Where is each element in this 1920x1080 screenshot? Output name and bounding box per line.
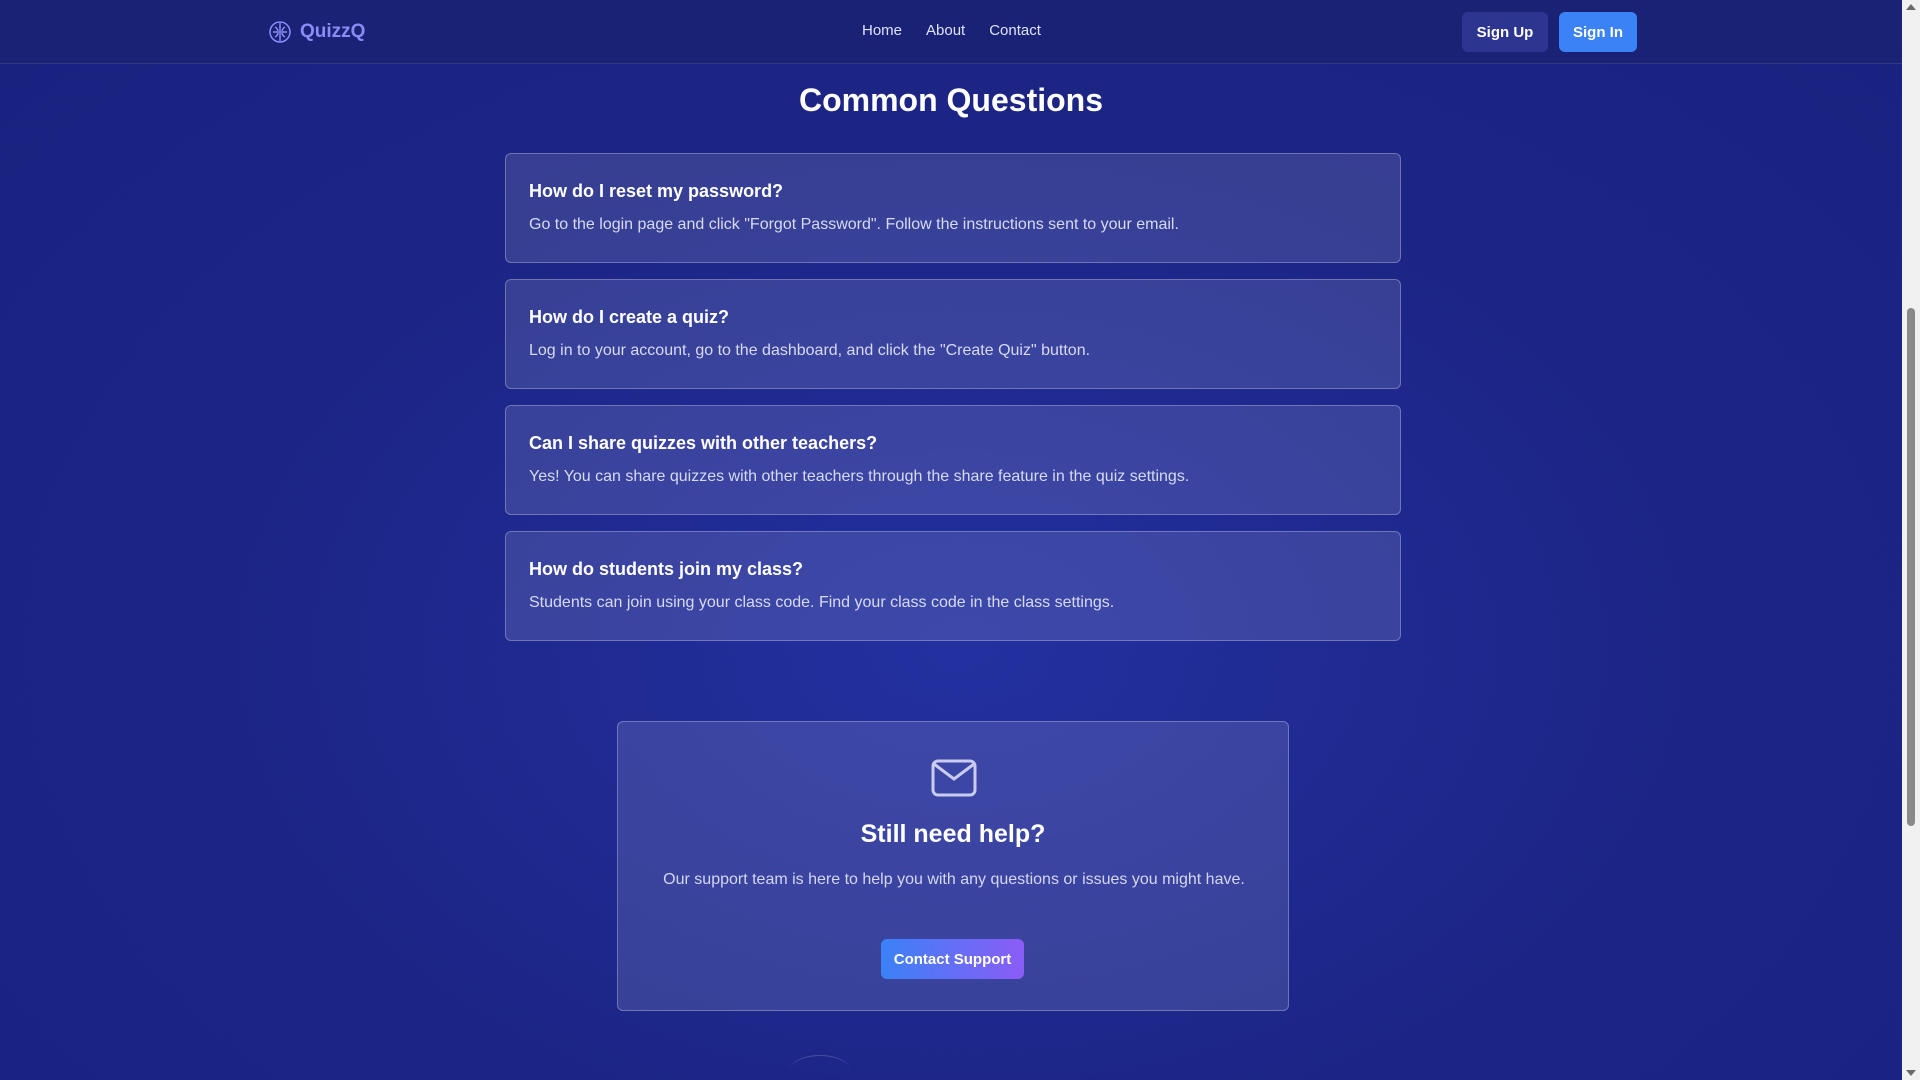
top-navbar: QuizzQ Home About Contact Sign Up Sign I… [0, 0, 1902, 64]
page-scrollbar[interactable] [1902, 0, 1920, 1080]
brand-logo[interactable]: QuizzQ [268, 18, 365, 46]
faq-question: How do I reset my password? [529, 181, 784, 201]
help-title: Still need help? [860, 820, 1046, 848]
nav-link-home[interactable]: Home [862, 22, 902, 39]
scroll-down-arrow-icon[interactable] [1906, 1070, 1916, 1076]
faq-answer: Yes! You can share quizzes with other te… [529, 468, 1190, 485]
faq-item[interactable]: How do students join my class? Students … [505, 531, 1401, 641]
nav-links: Home About Contact [862, 22, 1041, 39]
faq-item[interactable]: How do I create a quiz? Log in to your a… [505, 279, 1401, 389]
help-text: Our support team is here to help you wit… [663, 871, 1245, 888]
scroll-up-arrow-icon[interactable] [1906, 4, 1916, 10]
scrollbar-thumb[interactable] [1907, 308, 1915, 826]
brand-name: QuizzQ [300, 21, 366, 42]
sign-up-button[interactable]: Sign Up [1462, 12, 1548, 52]
faq-question: Can I share quizzes with other teachers? [529, 433, 878, 453]
faq-answer: Log in to your account, go to the dashbo… [529, 342, 1091, 359]
faq-answer: Students can join using your class code.… [529, 594, 1115, 611]
faq-list: How do I reset my password? Go to the lo… [505, 153, 1401, 657]
faq-item[interactable]: How do I reset my password? Go to the lo… [505, 153, 1401, 263]
nav-link-contact[interactable]: Contact [989, 22, 1041, 39]
brain-icon [268, 20, 292, 44]
sign-in-button[interactable]: Sign In [1559, 12, 1637, 52]
nav-link-about[interactable]: About [926, 22, 965, 39]
faq-question: How do students join my class? [529, 559, 804, 579]
help-card: Still need help? Our support team is her… [617, 721, 1289, 1011]
decorative-glow [790, 1055, 850, 1080]
faq-section-title: Common Questions [798, 82, 1103, 118]
mail-icon [931, 759, 977, 797]
contact-support-button[interactable]: Contact Support [881, 939, 1024, 979]
faq-item[interactable]: Can I share quizzes with other teachers?… [505, 405, 1401, 515]
faq-answer: Go to the login page and click "Forgot P… [529, 216, 1179, 233]
faq-question: How do I create a quiz? [529, 307, 730, 327]
